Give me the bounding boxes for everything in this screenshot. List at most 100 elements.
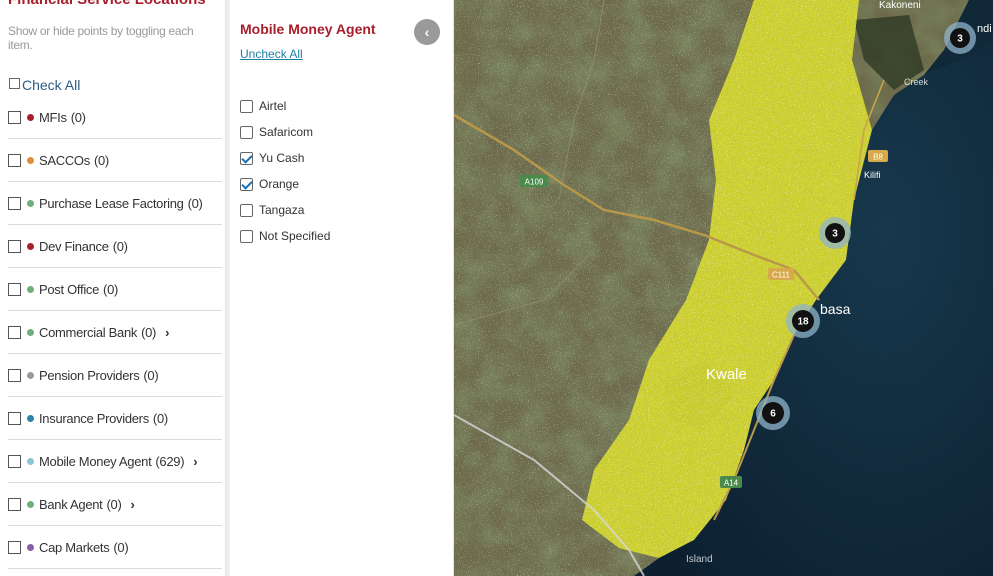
option-safaricom[interactable]: Safaricom <box>240 125 313 139</box>
subcategory-panel: Mobile Money Agent Uncheck All ‹ Airtel S… <box>226 0 454 576</box>
svg-text:18: 18 <box>797 317 809 328</box>
map-view[interactable]: A109 B8 C111 A14 Kakoneni ndi Creek Kili… <box>454 0 993 576</box>
chevron-right-icon[interactable]: › <box>165 325 169 340</box>
check-all-toggle[interactable]: Check All <box>9 77 80 93</box>
category-label: Purchase Lease Factoring <box>39 196 184 211</box>
place-label-creek: Creek <box>904 77 929 87</box>
cluster-marker-kilifi[interactable]: 3 <box>819 217 851 249</box>
category-label: MFIs <box>39 110 67 125</box>
road-label-c111: C111 <box>768 268 794 280</box>
category-color-dot <box>27 544 34 551</box>
category-checkbox[interactable] <box>8 498 21 511</box>
category-checkbox[interactable] <box>8 154 21 167</box>
category-color-dot <box>27 501 34 508</box>
svg-text:A14: A14 <box>724 479 739 488</box>
category-label: Bank Agent <box>39 497 103 512</box>
option-label: Airtel <box>259 99 287 113</box>
category-checkbox[interactable] <box>8 240 21 253</box>
category-count: (0) <box>113 540 129 555</box>
place-label-kakoneni: Kakoneni <box>879 0 921 11</box>
road-label-b8: B8 <box>868 150 888 162</box>
category-color-dot <box>27 243 34 250</box>
category-color-dot <box>27 114 34 121</box>
category-checkbox[interactable] <box>8 326 21 339</box>
category-item-mobile-money-agent[interactable]: Mobile Money Agent (629) › <box>8 441 222 483</box>
cluster-marker-north[interactable]: 3 <box>944 22 976 54</box>
uncheck-all-link[interactable]: Uncheck All <box>240 47 303 61</box>
category-count: (0) <box>112 239 128 254</box>
place-label-island: Island <box>686 554 713 565</box>
chevron-right-icon[interactable]: › <box>193 454 197 469</box>
svg-text:B8: B8 <box>873 153 883 162</box>
category-label: SACCOs <box>39 153 90 168</box>
chevron-left-icon: ‹ <box>424 24 430 40</box>
option-airtel[interactable]: Airtel <box>240 99 286 113</box>
category-label: Cap Markets <box>39 540 110 555</box>
category-count: (0) <box>141 325 157 340</box>
satellite-map[interactable]: A109 B8 C111 A14 Kakoneni ndi Creek Kili… <box>454 0 993 576</box>
road-label-a109: A109 <box>520 175 548 187</box>
option-label: Safaricom <box>259 125 314 139</box>
option-label: Yu Cash <box>259 151 305 165</box>
option-not-specified[interactable]: Not Specified <box>240 229 330 243</box>
category-checkbox[interactable] <box>8 283 21 296</box>
svg-text:3: 3 <box>832 229 838 240</box>
option-label: Tangaza <box>259 203 305 217</box>
category-count: (0) <box>70 110 86 125</box>
road-label-a14: A14 <box>720 476 742 488</box>
category-label: Dev Finance <box>39 239 109 254</box>
svg-text:6: 6 <box>770 409 776 420</box>
category-label: Mobile Money Agent <box>39 454 152 469</box>
collapse-panel-button[interactable]: ‹ <box>414 19 440 45</box>
category-color-dot <box>27 286 34 293</box>
category-item-dev-finance[interactable]: Dev Finance (0) <box>8 226 222 268</box>
category-count: (0) <box>152 411 168 426</box>
option-checkbox[interactable] <box>240 177 253 191</box>
category-checkbox[interactable] <box>8 111 21 124</box>
category-item-cap-markets[interactable]: Cap Markets (0) <box>8 527 222 569</box>
filter-panel: Financial Service Locations Show or hide… <box>0 0 226 576</box>
category-checkbox[interactable] <box>8 412 21 425</box>
category-color-dot <box>27 458 34 465</box>
place-label-kwale: Kwale <box>706 366 747 383</box>
option-tangaza[interactable]: Tangaza <box>240 203 304 217</box>
category-item-post-office[interactable]: Post Office (0) <box>8 269 222 311</box>
category-color-dot <box>27 329 34 336</box>
cluster-marker-mombasa[interactable]: 18 <box>786 304 820 338</box>
option-checkbox[interactable] <box>240 151 253 165</box>
category-item-insurance-providers[interactable]: Insurance Providers (0) <box>8 398 222 440</box>
option-checkbox[interactable] <box>240 99 253 113</box>
panel-title: Financial Service Locations <box>8 0 206 8</box>
category-item-commercial-bank[interactable]: Commercial Bank (0) › <box>8 312 222 354</box>
category-color-dot <box>27 200 34 207</box>
cluster-marker-kwale[interactable]: 6 <box>756 396 790 430</box>
category-checkbox[interactable] <box>8 541 21 554</box>
option-checkbox[interactable] <box>240 203 253 217</box>
category-item-saccos[interactable]: SACCOs (0) <box>8 140 222 182</box>
category-checkbox[interactable] <box>8 455 21 468</box>
option-orange[interactable]: Orange <box>240 177 299 191</box>
category-count: (0) <box>93 153 109 168</box>
check-all-checkbox[interactable] <box>9 77 20 89</box>
category-count: (0) <box>103 282 119 297</box>
option-checkbox[interactable] <box>240 125 253 139</box>
category-item-mfis[interactable]: MFIs (0) <box>8 97 222 139</box>
place-label-kilifi: Kilifi <box>864 170 881 180</box>
option-checkbox[interactable] <box>240 229 253 243</box>
category-item-purchase-lease-factoring[interactable]: Purchase Lease Factoring (0) <box>8 183 222 225</box>
category-checkbox[interactable] <box>8 369 21 382</box>
chevron-right-icon[interactable]: › <box>131 497 135 512</box>
category-item-pension-providers[interactable]: Pension Providers (0) <box>8 355 222 397</box>
svg-text:A109: A109 <box>525 178 544 187</box>
category-count: (0) <box>106 497 122 512</box>
category-count: (0) <box>143 368 159 383</box>
option-label: Orange <box>259 177 300 191</box>
category-checkbox[interactable] <box>8 197 21 210</box>
category-label: Pension Providers <box>39 368 140 383</box>
category-count: (629) <box>155 454 185 469</box>
category-color-dot <box>27 372 34 379</box>
option-yu-cash[interactable]: Yu Cash <box>240 151 304 165</box>
category-count: (0) <box>187 196 203 211</box>
category-item-bank-agent[interactable]: Bank Agent (0) › <box>8 484 222 526</box>
category-label: Post Office <box>39 282 100 297</box>
